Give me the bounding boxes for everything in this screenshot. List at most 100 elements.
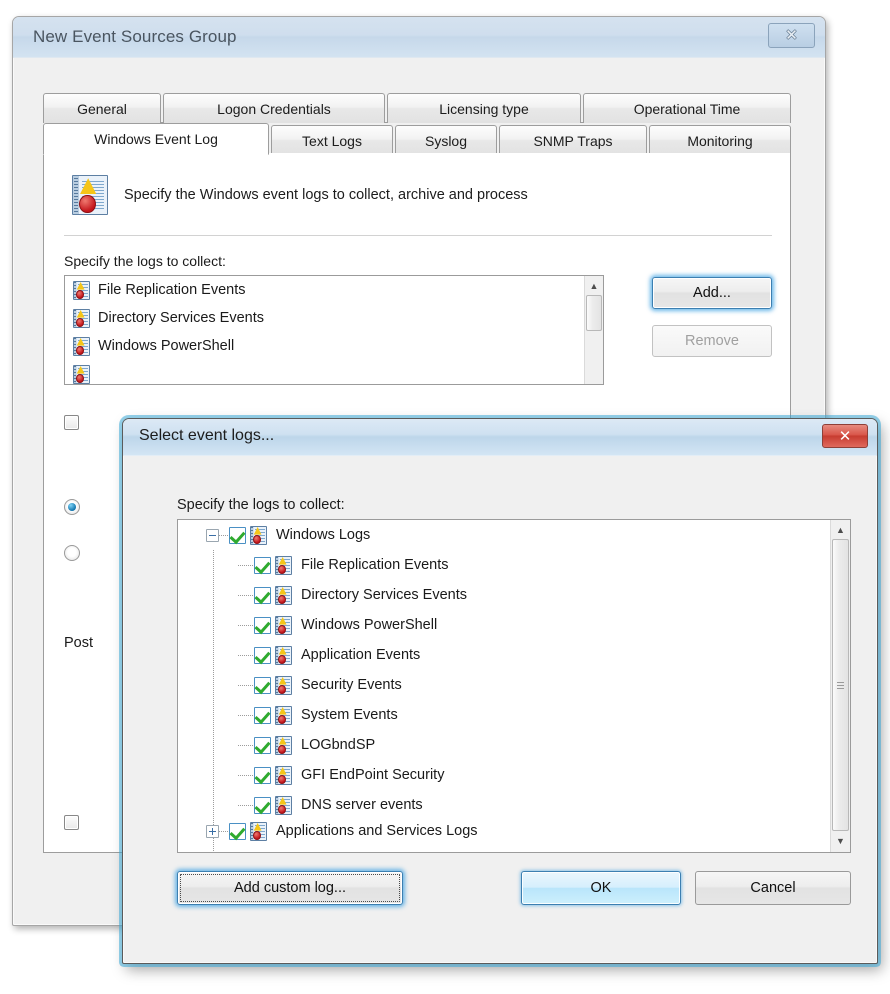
background-window-titlebar[interactable]: New Event Sources Group ✕ (13, 17, 825, 58)
option-radio-2[interactable] (64, 545, 80, 561)
tree-item-windows-logs[interactable]: Windows Logs (178, 520, 830, 550)
tab-general[interactable]: General (43, 93, 161, 123)
tab-text-logs[interactable]: Text Logs (271, 125, 393, 155)
divider (64, 235, 772, 236)
event-log-icon (275, 615, 292, 635)
checkbox-checked[interactable] (254, 586, 271, 604)
background-window-title: New Event Sources Group (33, 27, 237, 46)
checkbox-checked[interactable] (254, 796, 271, 814)
list-item[interactable]: Directory Services Events (65, 304, 603, 332)
selected-logs-listbox[interactable]: File Replication Events Directory Servic… (64, 275, 604, 385)
panel-description: Specify the Windows event logs to collec… (124, 187, 528, 203)
tab-label: Text Logs (302, 132, 362, 149)
tree-item-system-events[interactable]: System Events (178, 700, 830, 730)
close-icon[interactable]: ✕ (822, 424, 868, 448)
tab-logon-credentials[interactable]: Logon Credentials (163, 93, 385, 123)
remove-button-label: Remove (685, 333, 739, 349)
event-log-icon (73, 308, 90, 328)
tree-item-logbndsp[interactable]: LOGbndSP (178, 730, 830, 760)
tab-snmp-traps[interactable]: SNMP Traps (499, 125, 647, 155)
scroll-down-icon[interactable]: ▼ (831, 831, 850, 850)
list-item[interactable]: Windows PowerShell (65, 332, 603, 360)
event-log-icon (72, 175, 108, 215)
tree-item-label: System Events (301, 707, 398, 723)
checkbox-checked[interactable] (254, 646, 271, 664)
tab-label: General (77, 100, 127, 117)
scroll-up-icon[interactable]: ▲ (585, 276, 603, 295)
event-log-icon (275, 735, 292, 755)
tab-operational-time[interactable]: Operational Time (583, 93, 791, 123)
close-icon[interactable]: ✕ (768, 23, 815, 48)
select-event-logs-dialog: Select event logs... ✕ Specify the logs … (122, 418, 878, 964)
event-log-icon (73, 336, 90, 356)
cancel-button[interactable]: Cancel (695, 871, 851, 905)
event-log-icon (73, 364, 90, 384)
option-checkbox-2[interactable] (64, 815, 79, 830)
event-log-icon (275, 705, 292, 725)
option-radio-1[interactable] (64, 499, 80, 515)
event-logs-tree[interactable]: Windows Logs File Replication Events Dir… (177, 519, 851, 853)
tree-item-dns-server-events[interactable]: DNS server events (178, 790, 830, 820)
add-button[interactable]: Add... (652, 277, 772, 309)
option-checkbox-1[interactable] (64, 415, 79, 430)
checkbox-checked[interactable] (254, 556, 271, 574)
event-log-icon (275, 675, 292, 695)
tab-windows-event-log[interactable]: Windows Event Log (43, 123, 269, 155)
event-log-icon (73, 280, 90, 300)
list-item-label: File Replication Events (98, 282, 246, 298)
tree-item-directory-services-events[interactable]: Directory Services Events (178, 580, 830, 610)
tab-label: Syslog (424, 132, 468, 149)
tab-row-2: Windows Event Log Text Logs Syslog SNMP … (43, 123, 791, 155)
tab-label: Operational Time (633, 100, 741, 117)
logs-list-label: Specify the logs to collect: (64, 253, 226, 269)
tab-label: Logon Credentials (217, 100, 331, 117)
modal-titlebar[interactable]: Select event logs... ✕ (123, 419, 877, 456)
listbox-scrollbar[interactable]: ▲ (584, 276, 603, 384)
tree-scrollbar[interactable]: ▲ ▼ (830, 520, 850, 852)
checkbox-checked[interactable] (254, 616, 271, 634)
tree-item-applications-and-services-logs[interactable]: Applications and Services Logs (178, 820, 830, 842)
checkbox-checked[interactable] (254, 676, 271, 694)
list-item[interactable] (65, 360, 603, 384)
tree-label: Specify the logs to collect: (177, 497, 345, 513)
tree-item-label: LOGbndSP (301, 737, 376, 753)
ok-button-label: OK (590, 880, 612, 896)
tree-item-label: Applications and Services Logs (276, 823, 478, 839)
checkbox-checked[interactable] (254, 766, 271, 784)
scroll-up-icon[interactable]: ▲ (831, 520, 850, 539)
tab-monitoring[interactable]: Monitoring (649, 125, 791, 155)
checkbox-checked[interactable] (229, 822, 246, 840)
tree-item-application-events[interactable]: Application Events (178, 640, 830, 670)
tree-item-label: GFI EndPoint Security (301, 767, 445, 783)
scrollbar-thumb[interactable] (832, 539, 849, 831)
collapse-icon[interactable] (206, 528, 219, 542)
tree-rows: Windows Logs File Replication Events Dir… (178, 520, 830, 852)
ok-button[interactable]: OK (521, 871, 681, 905)
add-custom-log-button[interactable]: Add custom log... (177, 871, 403, 905)
add-custom-log-label: Add custom log... (233, 880, 347, 896)
tab-label: Licensing type (439, 100, 529, 117)
scrollbar-thumb[interactable] (586, 295, 602, 331)
tree-item-label: Windows Logs (276, 527, 371, 543)
tree-item-security-events[interactable]: Security Events (178, 670, 830, 700)
checkbox-checked[interactable] (254, 706, 271, 724)
close-glyph: ✕ (785, 26, 798, 44)
tab-syslog[interactable]: Syslog (395, 125, 497, 155)
event-log-icon (275, 645, 292, 665)
tree-item-windows-powershell[interactable]: Windows PowerShell (178, 610, 830, 640)
add-button-label: Add... (693, 285, 731, 301)
tree-item-file-replication-events[interactable]: File Replication Events (178, 550, 830, 580)
tab-row-1: General Logon Credentials Licensing type… (43, 93, 791, 123)
checkbox-checked[interactable] (229, 526, 246, 544)
tab-label: SNMP Traps (533, 132, 613, 149)
checkbox-checked[interactable] (254, 736, 271, 754)
event-log-icon (250, 525, 267, 545)
tab-label: Monitoring (687, 132, 753, 149)
expand-icon[interactable] (206, 824, 219, 838)
tree-item-gfi-endpoint-security[interactable]: GFI EndPoint Security (178, 760, 830, 790)
list-item[interactable]: File Replication Events (65, 276, 603, 304)
tab-licensing-type[interactable]: Licensing type (387, 93, 581, 123)
tab-label: Windows Event Log (94, 131, 218, 147)
list-item-label: Directory Services Events (98, 310, 264, 326)
modal-title: Select event logs... (139, 427, 275, 444)
